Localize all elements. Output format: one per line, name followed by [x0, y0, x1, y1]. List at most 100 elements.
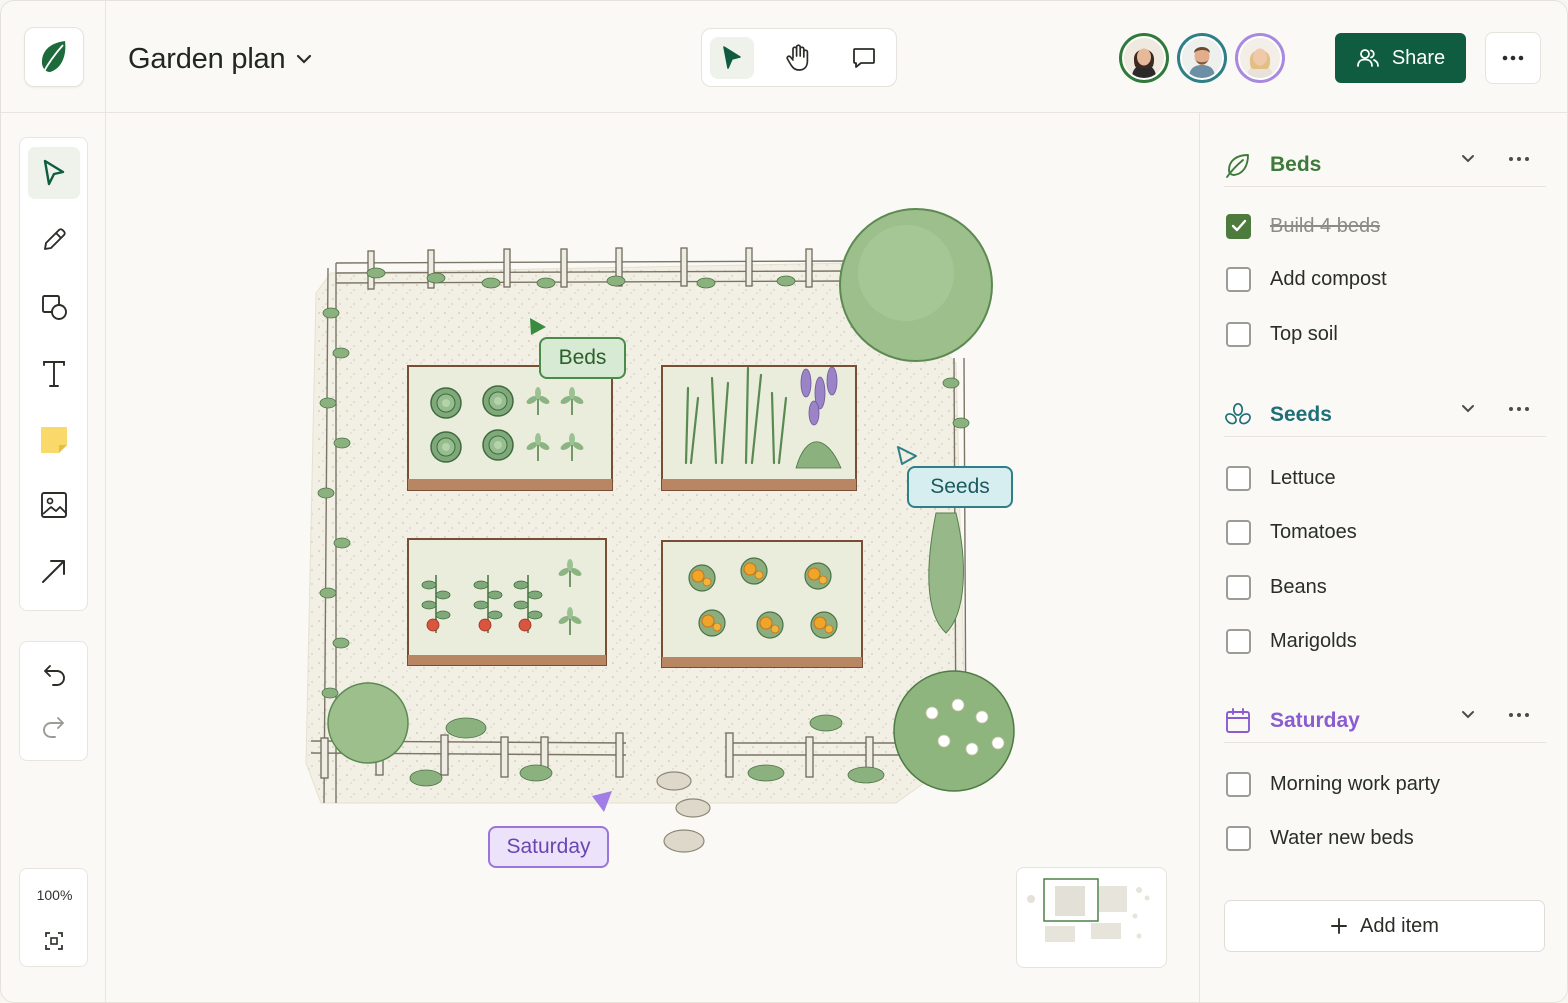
checkbox-checked[interactable]	[1226, 213, 1251, 239]
image-tool[interactable]	[28, 479, 80, 531]
section-header-saturday[interactable]: Saturday	[1224, 699, 1546, 743]
hand-icon	[786, 43, 809, 71]
sticky-note-icon	[41, 427, 67, 453]
section-header-seeds[interactable]: Seeds	[1224, 393, 1546, 437]
top-bar: Garden plan Share	[1, 1, 1567, 113]
add-item-button[interactable]: Add item	[1224, 900, 1545, 952]
checklist-item[interactable]: Beans	[1226, 572, 1327, 602]
more-options-button[interactable]	[1485, 32, 1541, 84]
arrow-icon	[42, 560, 65, 583]
leaf-icon	[1224, 151, 1252, 179]
chevron-down-icon[interactable]	[1460, 709, 1476, 721]
history-controls	[19, 641, 88, 761]
seeds-icon	[1224, 401, 1252, 429]
checkbox[interactable]	[1226, 519, 1251, 545]
left-toolbar: 100%	[1, 113, 106, 1002]
view-tool-group	[701, 28, 897, 87]
checkbox[interactable]	[1226, 771, 1251, 797]
checklist-item[interactable]: Add compost	[1226, 264, 1387, 294]
more-horizontal-icon	[1502, 55, 1524, 61]
whiteboard-canvas[interactable]: Beds Seeds Saturday	[106, 113, 1199, 1002]
minimap[interactable]	[1016, 867, 1167, 968]
select-tool-button[interactable]	[710, 36, 754, 79]
seeds-cursor-label[interactable]: Seeds	[907, 466, 1013, 508]
app-window: Garden plan Share 100% Beds Seeds Saturd…	[0, 0, 1568, 1003]
comment-icon	[853, 47, 875, 68]
person-avatar-icon	[1124, 38, 1164, 78]
text-tool[interactable]	[28, 348, 80, 400]
select-tool[interactable]	[28, 147, 80, 199]
item-label: Morning work party	[1270, 772, 1441, 795]
checklist-item[interactable]: Morning work party	[1226, 769, 1440, 799]
more-horizontal-icon[interactable]	[1508, 707, 1530, 723]
item-label: Marigolds	[1270, 629, 1357, 652]
shape-tool[interactable]	[28, 281, 80, 333]
drawing-tools	[19, 137, 88, 611]
checklist-item[interactable]: Lettuce	[1226, 463, 1336, 493]
checklist-item[interactable]: Build 4 beds	[1226, 211, 1380, 241]
checklist-item[interactable]: Marigolds	[1226, 626, 1357, 656]
chevron-down-icon[interactable]	[1460, 153, 1476, 165]
minimap-preview	[1027, 878, 1150, 942]
logo-column	[1, 1, 106, 113]
checklist-item[interactable]: Water new beds	[1226, 823, 1414, 853]
saturday-cursor-label[interactable]: Saturday	[488, 826, 609, 868]
item-label: Lettuce	[1270, 466, 1336, 489]
fit-to-screen-button[interactable]	[28, 915, 80, 967]
redo-button[interactable]	[28, 702, 80, 754]
person-avatar-icon	[1240, 38, 1280, 78]
more-horizontal-icon[interactable]	[1508, 401, 1530, 417]
item-label: Add compost	[1270, 267, 1387, 290]
avatar[interactable]	[1235, 33, 1285, 83]
collaborator-avatars	[1119, 33, 1285, 83]
item-label: Build 4 beds	[1270, 214, 1381, 237]
item-label: Beans	[1270, 575, 1327, 598]
text-icon	[43, 361, 65, 387]
checkbox[interactable]	[1226, 574, 1251, 600]
document-title-menu[interactable]: Garden plan	[128, 39, 313, 79]
checkbox[interactable]	[1226, 825, 1251, 851]
checklist-item[interactable]: Top soil	[1226, 319, 1338, 349]
section-title: Saturday	[1270, 708, 1360, 732]
share-button[interactable]: Share	[1335, 33, 1466, 83]
zoom-level[interactable]: 100%	[20, 887, 89, 903]
beds-cursor-label[interactable]: Beds	[539, 337, 626, 379]
item-label: Top soil	[1270, 322, 1338, 345]
avatar[interactable]	[1177, 33, 1227, 83]
pointer-icon	[723, 45, 741, 69]
focus-frame-icon	[45, 932, 63, 950]
checkbox[interactable]	[1226, 321, 1251, 347]
person-avatar-icon	[1182, 38, 1222, 78]
undo-icon	[44, 665, 65, 686]
pen-tool[interactable]	[28, 214, 80, 266]
check-icon	[1231, 219, 1246, 232]
checkbox[interactable]	[1226, 266, 1251, 292]
more-horizontal-icon[interactable]	[1508, 151, 1530, 167]
sticky-note-tool[interactable]	[28, 414, 80, 466]
app-logo[interactable]	[24, 27, 84, 87]
pointer-icon	[43, 159, 65, 186]
section-title: Beds	[1270, 152, 1322, 176]
section-title: Seeds	[1270, 402, 1332, 426]
pencil-icon	[44, 228, 66, 250]
item-label: Water new beds	[1270, 826, 1414, 849]
checklist-item[interactable]: Tomatoes	[1226, 517, 1357, 547]
checkbox[interactable]	[1226, 628, 1251, 654]
checklist-panel: Beds Build 4 beds Add compost Top soil S…	[1199, 113, 1567, 1002]
undo-button[interactable]	[28, 650, 80, 702]
item-label: Tomatoes	[1270, 520, 1357, 543]
checkbox[interactable]	[1226, 465, 1251, 491]
chevron-down-icon	[297, 54, 312, 64]
share-label: Share	[1391, 46, 1446, 69]
section-header-beds[interactable]: Beds	[1224, 143, 1546, 187]
avatar[interactable]	[1119, 33, 1169, 83]
image-icon	[41, 492, 67, 518]
zoom-controls: 100%	[19, 868, 88, 967]
people-icon	[1356, 49, 1379, 67]
document-title: Garden plan	[128, 42, 286, 75]
calendar-icon	[1224, 707, 1252, 735]
comment-tool-button[interactable]	[842, 37, 886, 79]
chevron-down-icon[interactable]	[1460, 403, 1476, 415]
arrow-tool[interactable]	[28, 545, 80, 597]
hand-tool-button[interactable]	[776, 37, 820, 79]
